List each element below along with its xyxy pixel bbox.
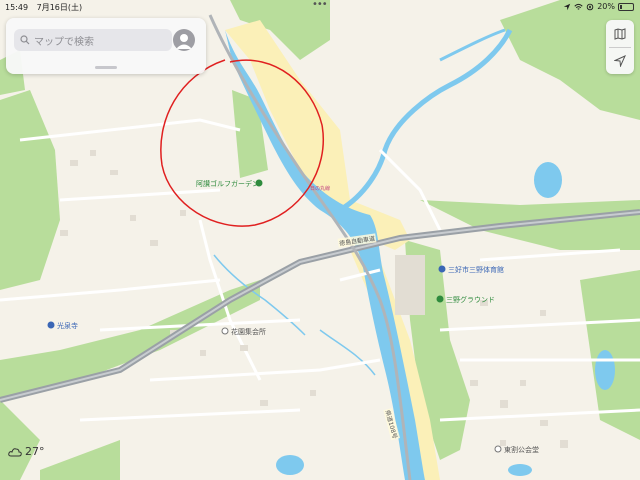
temperature: 27°: [25, 445, 45, 458]
pond-east: [534, 162, 562, 198]
search-placeholder[interactable]: マップで検索: [34, 33, 94, 48]
golf-label[interactable]: 阿讃ゴルフガーデン: [196, 179, 259, 189]
higashiwari-marker-icon[interactable]: [494, 445, 502, 453]
pond-southeast-2: [508, 464, 532, 476]
panel-grabber[interactable]: [95, 66, 117, 69]
status-time: 15:49: [5, 3, 29, 12]
map-mode-button[interactable]: [606, 20, 634, 47]
status-bar: 15:49 7月16日(土) ••• 20%: [0, 0, 640, 14]
cloud-icon: [8, 447, 22, 456]
ground-label[interactable]: 三野グラウンド: [446, 295, 495, 305]
search-icon: [20, 35, 30, 45]
temple-label[interactable]: 光泉寺: [57, 321, 78, 331]
multitask-dots-icon[interactable]: •••: [312, 0, 328, 10]
small-road-label: 日の丸線: [310, 186, 331, 192]
higashiwari-label[interactable]: 東割公会堂: [504, 445, 539, 455]
wifi-icon: [574, 3, 583, 10]
status-date: 7月16日(土): [36, 3, 83, 12]
current-location-button[interactable]: [606, 47, 634, 74]
map-controls: [606, 20, 634, 74]
hanazono-label[interactable]: 花園集会所: [231, 327, 266, 337]
search-panel[interactable]: マップで検索: [6, 18, 206, 74]
ground-marker-icon[interactable]: [436, 295, 444, 303]
orientation-lock-icon: [586, 3, 594, 10]
battery-level: [620, 4, 623, 9]
avatar[interactable]: [173, 29, 195, 51]
battery-icon: [618, 2, 634, 11]
gym-label[interactable]: 三好市三野体育館: [448, 265, 504, 275]
status-time-date: 15:49 7月16日(土): [5, 2, 82, 13]
weather-widget[interactable]: 27°: [8, 445, 45, 458]
map-icon: [614, 27, 626, 40]
search-field[interactable]: マップで検索: [14, 29, 172, 51]
user-icon: [176, 34, 192, 49]
location-arrow-icon: [564, 3, 571, 10]
battery-percent: 20%: [597, 2, 615, 11]
pond-south: [276, 455, 304, 475]
hanazono-marker-icon[interactable]: [221, 327, 229, 335]
pond-southeast: [595, 350, 615, 390]
gym-marker-icon[interactable]: [438, 265, 446, 273]
temple-marker-icon[interactable]: [47, 321, 55, 329]
location-arrow-icon: [614, 54, 626, 67]
status-right: 20%: [563, 2, 634, 11]
